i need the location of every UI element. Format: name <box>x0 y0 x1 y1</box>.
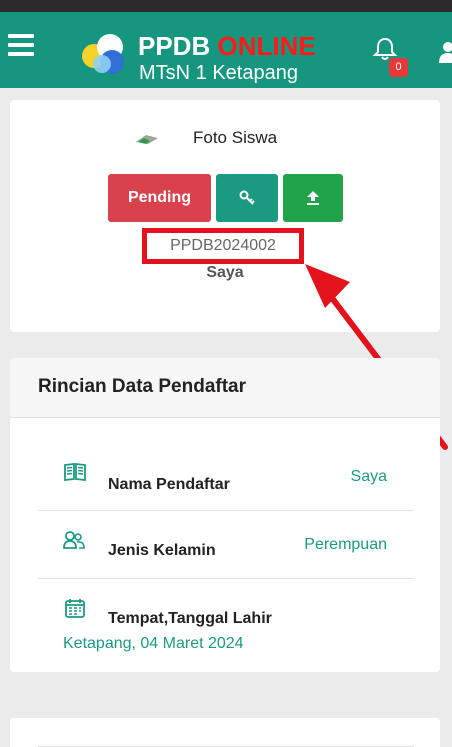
row-value-nama: Saya <box>350 468 387 485</box>
brand-main: PPDB <box>138 31 211 61</box>
calendar-icon <box>65 599 85 618</box>
row-label-ttl: Tempat,Tanggal Lahir <box>108 610 272 627</box>
key-button[interactable] <box>216 174 278 222</box>
users-icon <box>63 531 85 549</box>
upload-button[interactable] <box>283 174 343 222</box>
upload-icon <box>307 191 319 205</box>
top-navbar: PPDB ONLINE MTsN 1 Ketapang 0 <box>0 12 452 88</box>
brand-accent: ONLINE <box>217 31 316 61</box>
row-value-ttl: Ketapang, 04 Maret 2024 <box>63 635 244 652</box>
row-value-kelamin: Perempuan <box>304 536 387 553</box>
user-icon[interactable] <box>438 40 452 64</box>
row-divider <box>38 578 414 579</box>
menu-icon[interactable] <box>8 34 34 56</box>
details-card: Rincian Data Pendaftar Nama Pendaftar Sa… <box>10 358 440 672</box>
registration-number: PPDB2024002 <box>142 228 304 264</box>
details-card-header: Rincian Data Pendaftar <box>10 358 440 418</box>
row-label-nama: Nama Pendaftar <box>108 476 230 493</box>
book-icon <box>64 462 86 482</box>
brand-title: PPDB ONLINE <box>138 32 316 60</box>
status-bar <box>0 0 452 12</box>
photo-label: Foto Siswa <box>193 128 278 147</box>
row-label-kelamin: Jenis Kelamin <box>108 542 216 559</box>
pending-button[interactable]: Pending <box>108 174 211 222</box>
notification-badge: 0 <box>389 58 408 77</box>
details-title: Rincian Data Pendaftar <box>38 376 246 397</box>
key-icon <box>239 190 255 205</box>
school-name: MTsN 1 Ketapang <box>139 62 298 84</box>
next-card <box>10 718 440 747</box>
photo-icon <box>136 135 158 144</box>
logo-icon <box>82 34 124 74</box>
row-divider <box>38 510 414 511</box>
